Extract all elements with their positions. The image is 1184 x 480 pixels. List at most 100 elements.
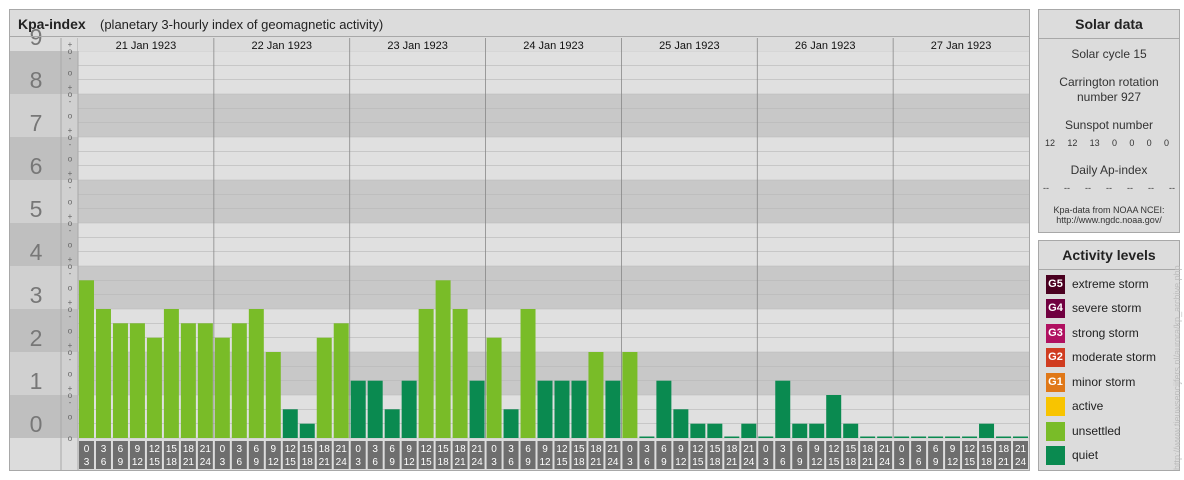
sunspot-value: 0 (1146, 138, 1152, 148)
interval-end-label: 12 (811, 457, 823, 468)
solar-data-panel: Solar data Solar cycle 15 Carrington rot… (1038, 9, 1180, 233)
interval-end-label: 3 (491, 457, 497, 468)
sunspot-values: 12 12 13 0 0 0 0 (1045, 138, 1169, 148)
kp-bar (418, 309, 434, 438)
interval-end-label: 24 (200, 457, 212, 468)
kp-bar (231, 323, 247, 438)
y-tick-label: 4 (30, 239, 43, 265)
y-tick-label: 7 (30, 110, 43, 136)
interval-start-label: 6 (389, 444, 395, 455)
interval-end-label: 15 (692, 457, 704, 468)
y-tick-label: 3 (30, 282, 43, 308)
source-link[interactable]: http://www.ngdc.noaa.gov/ (1039, 215, 1179, 225)
legend-swatch: G5 (1046, 275, 1065, 294)
day-label: 23 Jan 1923 (387, 40, 448, 52)
y-minor-tick: o (68, 348, 73, 357)
kp-bar (826, 395, 842, 438)
interval-start-label: 0 (355, 444, 361, 455)
interval-end-label: 24 (607, 457, 619, 468)
kp-bar (452, 309, 468, 438)
kp-bar (894, 436, 910, 438)
y-minor-tick: o (68, 47, 73, 56)
day-label: 27 Jan 1923 (931, 40, 992, 52)
solar-data-title: Solar data (1039, 10, 1179, 39)
sunspot-value: 0 (1111, 138, 1117, 148)
interval-end-label: 6 (644, 457, 650, 468)
kp-bar (639, 436, 655, 438)
kp-bar (979, 423, 995, 438)
kp-bar (622, 352, 638, 438)
interval-end-label: 12 (132, 457, 144, 468)
kpa-bar-chart: 0123456789o-+o-+o-+o-+o-+o-+o-+o-+o-+ooo… (10, 24, 1029, 470)
kp-bar (656, 380, 672, 438)
kpa-chart-panel: 0 1 2 3 4 5 6 7 8 9 o - + o - + o - + o - + o - + o - + o - + o - + o - + o o o… (9, 9, 1030, 471)
interval-start-label: 18 (319, 444, 331, 455)
interval-start-label: 15 (302, 444, 314, 455)
interval-start-label: 0 (491, 444, 497, 455)
y-minor-tick: o (68, 198, 73, 207)
interval-start-label: 12 (149, 444, 161, 455)
kp-bar (197, 323, 213, 438)
y-tick-label: 0 (30, 411, 43, 437)
activity-levels-title: Activity levels (1039, 241, 1179, 270)
kp-bar (316, 337, 332, 438)
interval-start-label: 9 (271, 444, 277, 455)
interval-start-label: 18 (726, 444, 738, 455)
kp-bar (214, 337, 230, 438)
kp-bar (775, 380, 791, 438)
legend-swatch: G3 (1046, 324, 1065, 343)
y-minor-tick: o (68, 284, 73, 293)
chart-subtitle: (planetary 3-hourly index of geomagnetic… (100, 17, 384, 32)
carrington-line2: number 927 (1076, 90, 1142, 104)
ap-value: -- (1169, 183, 1175, 193)
legend-label: minor storm (1072, 375, 1136, 389)
interval-end-label: 15 (149, 457, 161, 468)
interval-end-label: 3 (84, 457, 90, 468)
kp-bar (282, 409, 298, 438)
y-tick-label: 6 (30, 153, 43, 179)
kp-bar (673, 409, 689, 438)
interval-start-label: 12 (285, 444, 297, 455)
interval-end-label: 6 (780, 457, 786, 468)
kp-bar (333, 323, 349, 438)
legend-swatch (1046, 446, 1065, 465)
kp-bar (758, 436, 774, 438)
y-minor-tick: o (68, 155, 73, 164)
sunspot-label: Sunspot number (1064, 118, 1154, 132)
kp-bar (962, 436, 978, 438)
interval-end-label: 9 (118, 457, 124, 468)
interval-end-label: 6 (237, 457, 243, 468)
legend-swatch (1046, 397, 1065, 416)
kp-bar (435, 280, 451, 438)
interval-end-label: 12 (947, 457, 959, 468)
interval-start-label: 6 (933, 444, 939, 455)
day-label: 22 Jan 1923 (252, 40, 313, 52)
interval-start-label: 9 (542, 444, 548, 455)
interval-start-label: 21 (1015, 444, 1027, 455)
interval-start-label: 21 (879, 444, 891, 455)
interval-end-label: 18 (302, 457, 314, 468)
legend-label: quiet (1072, 448, 1099, 462)
legend-label: unsettled (1072, 424, 1121, 438)
interval-end-label: 18 (981, 457, 993, 468)
interval-end-label: 18 (166, 457, 178, 468)
y-tick-label: 1 (30, 368, 43, 394)
sunspot-value: 13 (1089, 138, 1100, 148)
interval-end-label: 9 (525, 457, 531, 468)
solar-cycle: Solar cycle 15 (1071, 47, 1147, 61)
kp-bar (996, 436, 1012, 438)
kp-bar (79, 280, 94, 438)
y-minor-tick: o (68, 413, 73, 422)
level-band (78, 94, 1029, 137)
kp-bar (350, 380, 366, 438)
level-band (78, 51, 1029, 94)
kp-bar (945, 436, 961, 438)
interval-end-label: 21 (455, 457, 467, 468)
ap-value: -- (1064, 183, 1070, 193)
kp-bar (588, 352, 604, 438)
interval-end-label: 9 (797, 457, 803, 468)
kp-bar (401, 380, 417, 438)
interval-start-label: 21 (200, 444, 212, 455)
interval-end-label: 15 (828, 457, 840, 468)
kp-bar (1013, 436, 1028, 438)
